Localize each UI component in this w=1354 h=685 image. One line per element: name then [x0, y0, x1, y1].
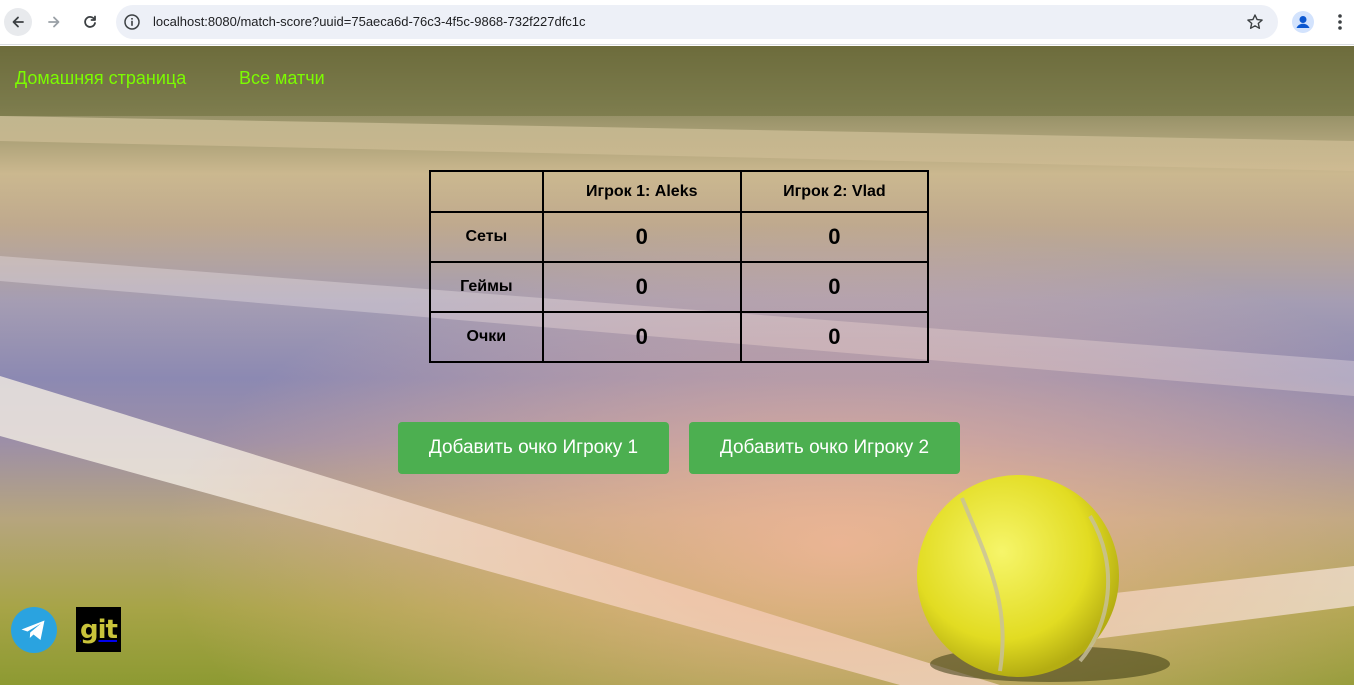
player2-header: Игрок 2: Vlad: [739, 170, 930, 213]
player2-sets: 0: [739, 211, 930, 263]
reload-icon: [84, 15, 96, 28]
address-bar[interactable]: localhost:8080/match-score?uuid=75aeca6d…: [116, 5, 1278, 39]
browser-toolbar: localhost:8080/match-score?uuid=75aeca6d…: [0, 0, 1354, 45]
sets-row: Сеты 0 0: [429, 211, 930, 263]
home-link[interactable]: Домашняя страница: [15, 68, 186, 89]
page-viewport: Домашняя страница Все матчи Игрок 1: Ale…: [0, 46, 1354, 685]
git-logo: git: [80, 614, 118, 645]
back-icon: [12, 16, 24, 28]
menu-icon[interactable]: [1330, 11, 1350, 33]
player2-points: 0: [739, 311, 930, 363]
profile-icon[interactable]: [1292, 11, 1314, 33]
corner-header: [429, 170, 544, 213]
player1-games: 0: [541, 261, 742, 313]
git-link[interactable]: git: [76, 607, 121, 652]
games-row: Геймы 0 0: [429, 261, 930, 313]
telegram-icon: [11, 607, 57, 653]
points-label: Очки: [429, 311, 544, 363]
telegram-link[interactable]: [11, 607, 57, 653]
points-row: Очки 0 0: [429, 311, 930, 363]
score-table-header-row: Игрок 1: Aleks Игрок 2: Vlad: [429, 170, 930, 213]
games-label: Геймы: [429, 261, 544, 313]
url-text[interactable]: localhost:8080/match-score?uuid=75aeca6d…: [153, 14, 586, 29]
add-point-player2-button[interactable]: Добавить очко Игроку 2: [689, 422, 960, 474]
add-point-player1-button[interactable]: Добавить очко Игроку 1: [398, 422, 669, 474]
forward-icon: [48, 16, 60, 28]
bookmark-star-icon[interactable]: [1246, 13, 1264, 31]
reload-button[interactable]: [76, 8, 104, 36]
player1-points: 0: [541, 311, 742, 363]
player1-sets: 0: [541, 211, 742, 263]
sets-label: Сеты: [429, 211, 544, 263]
info-icon[interactable]: [123, 13, 141, 31]
player2-games: 0: [739, 261, 930, 313]
all-matches-link[interactable]: Все матчи: [239, 68, 325, 89]
player1-header: Игрок 1: Aleks: [541, 170, 742, 213]
score-table: Игрок 1: Aleks Игрок 2: Vlad Сеты 0 0 Ге…: [429, 170, 930, 363]
forward-button[interactable]: [40, 8, 68, 36]
tennis-court-background: [0, 46, 1354, 685]
back-button[interactable]: [4, 8, 32, 36]
